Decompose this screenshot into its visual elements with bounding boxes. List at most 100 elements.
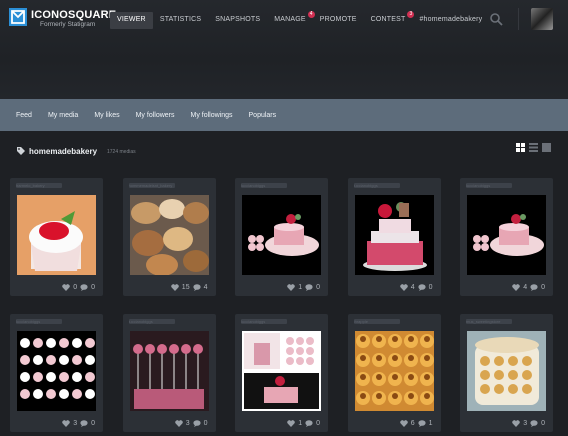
subnav-item-my-media[interactable]: My media	[40, 112, 86, 119]
media-card[interactable]: luccianobiggs 3 0	[122, 314, 216, 432]
media-username[interactable]: luccianobiggs	[353, 183, 400, 188]
media-username[interactable]: mus_sweetingstore	[466, 319, 512, 324]
like-count: 4	[410, 284, 415, 291]
like-count: 1	[298, 284, 303, 291]
nav-item-homemadebakery[interactable]: #homemadebakery	[412, 12, 489, 29]
media-username[interactable]: hommemadeisnt_bakery	[128, 183, 175, 188]
media-stats: 4 0	[399, 284, 433, 291]
comment-count: 0	[203, 420, 208, 427]
sub-nav: Feed My media My likes My followers My follo…	[0, 99, 568, 131]
nav-item-label: STATISTICS	[159, 16, 202, 23]
media-card[interactable]: luccianobiggs 3 0	[10, 314, 103, 432]
grid-view-icon[interactable]	[516, 143, 525, 152]
media-thumbnail[interactable]	[354, 331, 434, 411]
nav-item-contest[interactable]: CONTEST 3	[364, 11, 415, 29]
nav-item-manage[interactable]: MANAGE 4	[267, 11, 315, 29]
nav-item-viewer[interactable]: VIEWER	[110, 12, 153, 29]
subnav-item-my-likes[interactable]: My likes	[86, 112, 127, 119]
media-card[interactable]: luccianobiggs 1 0	[235, 178, 328, 296]
page-title: homemadebakery	[29, 147, 98, 156]
comment-icon[interactable]	[192, 420, 201, 427]
heart-icon[interactable]	[287, 420, 295, 427]
media-stats: 4 0	[512, 284, 545, 291]
tag-icon	[17, 147, 25, 155]
comment-icon[interactable]	[305, 284, 313, 291]
comment-count: 0	[541, 420, 545, 427]
heart-icon[interactable]	[512, 284, 520, 291]
subnav-item-my-followers[interactable]: My followers	[128, 112, 183, 119]
media-thumbnail[interactable]	[242, 331, 321, 411]
brand-name[interactable]: ICONOSQUARE	[31, 9, 116, 21]
media-thumbnail[interactable]	[467, 195, 546, 275]
list-view-icon[interactable]	[529, 143, 538, 152]
media-card[interactable]: luccianobiggs 4 0	[347, 178, 441, 296]
comment-icon[interactable]	[530, 420, 538, 427]
comment-icon[interactable]	[80, 284, 88, 291]
heart-icon[interactable]	[399, 284, 408, 291]
like-count: 4	[523, 284, 528, 291]
comment-icon[interactable]	[417, 420, 426, 427]
heart-icon[interactable]	[62, 284, 70, 291]
brand-subtitle: Formerly Statigram	[40, 21, 96, 28]
comment-icon[interactable]	[192, 284, 201, 291]
media-card[interactable]: luccianobiggs 1 0	[235, 314, 328, 432]
media-username[interactable]: luccianobiggs	[241, 319, 287, 324]
avatar[interactable]	[531, 8, 553, 30]
subnav-item-populars[interactable]: Populars	[241, 112, 285, 119]
media-card[interactable]: harmelo_bakery 0 0	[10, 178, 103, 296]
main-nav: VIEWER STATISTICS SNAPSHOTS MANAGE 4 PROMOTE C…	[110, 11, 489, 29]
comment-icon[interactable]	[417, 284, 426, 291]
comment-icon[interactable]	[80, 420, 88, 427]
media-thumbnail[interactable]	[467, 331, 546, 411]
iconosquare-logo-icon[interactable]	[9, 8, 27, 26]
media-thumbnail[interactable]	[129, 331, 209, 411]
media-card[interactable]: thrapple 6 1	[347, 314, 441, 432]
media-thumbnail[interactable]	[17, 195, 96, 275]
heart-icon[interactable]	[62, 420, 70, 427]
heart-icon[interactable]	[512, 420, 520, 427]
media-stats: 6 1	[399, 420, 433, 427]
media-username[interactable]: luccianobiggs	[16, 319, 62, 324]
media-username[interactable]: thrapple	[353, 319, 400, 324]
media-stats: 1 0	[287, 284, 320, 291]
media-card[interactable]: luccianobiggs 4 0	[460, 178, 553, 296]
media-card[interactable]: mus_sweetingstore 3 0	[460, 314, 553, 432]
media-card[interactable]: hommemadeisnt_bakery 15 4	[122, 178, 216, 296]
media-stats: 15 4	[171, 284, 208, 291]
media-count: 1724 medias	[107, 149, 136, 155]
subnav-item-feed[interactable]: Feed	[8, 112, 40, 119]
comment-count: 1	[428, 420, 433, 427]
search-icon[interactable]	[489, 12, 503, 26]
media-thumbnail[interactable]	[354, 195, 434, 275]
heart-icon[interactable]	[287, 284, 295, 291]
media-username[interactable]: luccianobiggs	[241, 183, 287, 188]
like-count: 3	[185, 420, 190, 427]
comment-count: 0	[91, 284, 95, 291]
media-stats: 0 0	[62, 284, 95, 291]
media-thumbnail[interactable]	[17, 331, 96, 411]
nav-item-promote[interactable]: PROMOTE	[313, 12, 364, 29]
media-stats: 3 0	[62, 420, 95, 427]
comment-icon[interactable]	[305, 420, 313, 427]
nav-item-statistics[interactable]: STATISTICS	[153, 12, 208, 29]
media-username[interactable]: luccianobiggs	[128, 319, 175, 324]
media-username[interactable]: luccianobiggs	[466, 183, 512, 188]
nav-item-label: VIEWER	[117, 16, 146, 23]
nav-item-label: SNAPSHOTS	[215, 16, 261, 23]
heart-icon[interactable]	[171, 284, 179, 291]
media-thumbnail[interactable]	[129, 195, 209, 275]
comment-icon[interactable]	[530, 284, 538, 291]
media-username[interactable]: harmelo_bakery	[16, 183, 62, 188]
heart-icon[interactable]	[399, 420, 408, 427]
large-view-icon[interactable]	[542, 143, 551, 152]
comment-count: 0	[316, 284, 320, 291]
like-count: 6	[410, 420, 415, 427]
nav-item-label: CONTEST	[370, 16, 406, 23]
comment-count: 0	[316, 420, 320, 427]
subnav-item-my-followings[interactable]: My followings	[183, 112, 241, 119]
nav-item-snapshots[interactable]: SNAPSHOTS	[208, 12, 267, 29]
media-thumbnail[interactable]	[242, 195, 321, 275]
heart-icon[interactable]	[174, 420, 183, 427]
view-toggle	[516, 143, 551, 152]
like-count: 1	[298, 420, 303, 427]
